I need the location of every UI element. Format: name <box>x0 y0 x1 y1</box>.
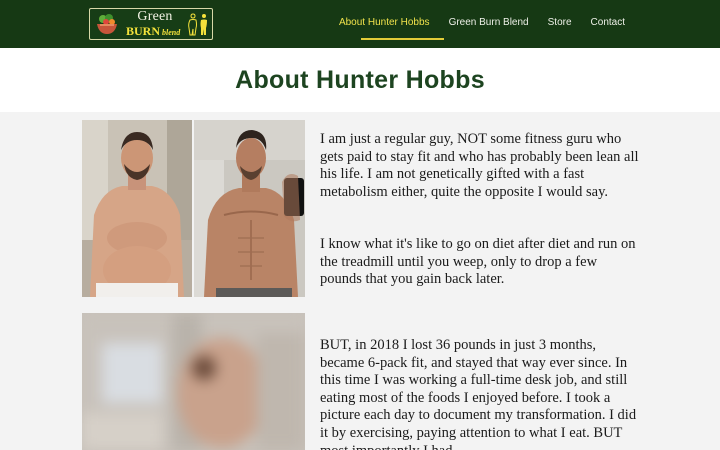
nav-item-about-hunter-hobbs[interactable]: About Hunter Hobbs <box>339 17 430 28</box>
logo-burn-text: BURN <box>126 24 161 38</box>
nav-item-contact[interactable]: Contact <box>591 17 625 28</box>
blurred-photo <box>82 313 305 450</box>
logo-wordmark: Green BURN blend <box>124 9 186 38</box>
diet-struggle-paragraph: I know what it's like to go on diet afte… <box>320 236 636 288</box>
before-photo-image <box>82 120 192 297</box>
page-title-band: About Hunter Hobbs <box>0 48 720 112</box>
nav-item-store[interactable]: Store <box>548 17 572 28</box>
after-photo <box>194 120 305 297</box>
page-title: About Hunter Hobbs <box>235 65 485 94</box>
main-nav: About Hunter Hobbs Green Burn Blend Stor… <box>320 17 625 28</box>
before-photo <box>82 120 192 297</box>
top-nav-bar: Green BURN blend About Hunter Hobbs Green… <box>0 0 720 48</box>
body-silhouettes-icon <box>188 13 207 36</box>
intro-paragraph: I am just a regular guy, NOT some fitnes… <box>320 131 639 200</box>
blurred-photo-svg <box>82 313 305 450</box>
blurred-photo-image <box>82 313 305 450</box>
logo-word-green: Green <box>137 9 173 24</box>
active-nav-underline <box>361 38 444 40</box>
nav-item-green-burn-blend[interactable]: Green Burn Blend <box>449 17 529 28</box>
salad-bowl-icon <box>97 14 117 34</box>
logo-word-blend: blend <box>162 28 181 37</box>
after-photo-image <box>194 120 305 297</box>
transformation-paragraph: BUT, in 2018 I lost 36 pounds in just 3 … <box>320 337 637 450</box>
logo-word-burn: BURN blend <box>124 25 186 37</box>
site-logo[interactable]: Green BURN blend <box>89 8 213 40</box>
